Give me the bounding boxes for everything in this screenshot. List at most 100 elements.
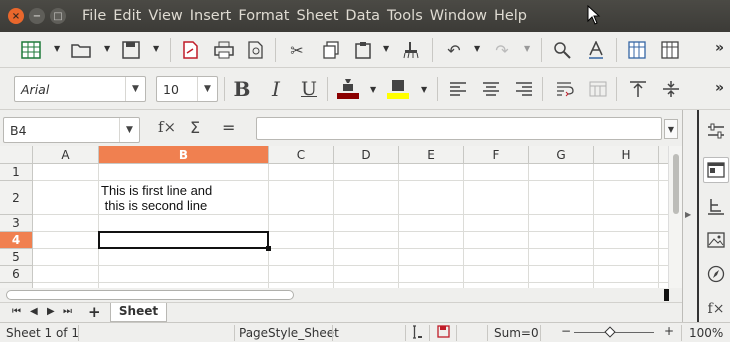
font-color-icon[interactable] (336, 77, 360, 101)
window-close-button[interactable]: × (8, 8, 24, 24)
window-maximize-button[interactable]: □ (50, 8, 66, 24)
column-header-d[interactable]: D (334, 146, 399, 164)
navigator-icon[interactable] (703, 261, 729, 287)
font-name-box[interactable]: Arial ▼ (14, 76, 146, 102)
toolbar-overflow-button[interactable]: » (715, 80, 724, 96)
align-left-icon[interactable] (446, 77, 470, 101)
sidebar-settings-icon[interactable] (703, 118, 729, 144)
align-top-icon[interactable] (626, 77, 650, 101)
row-header-3[interactable]: 3 (0, 215, 33, 232)
paste-dropdown-icon[interactable]: ▼ (383, 44, 389, 53)
gallery-icon[interactable] (703, 227, 729, 253)
clone-formatting-icon[interactable] (399, 38, 423, 62)
align-center-icon[interactable] (479, 77, 503, 101)
select-all-corner[interactable] (0, 146, 33, 164)
save-icon[interactable] (119, 38, 143, 62)
column-header-f[interactable]: F (464, 146, 529, 164)
column-header-a[interactable]: A (33, 146, 99, 164)
tab-bar-splitter[interactable] (664, 289, 669, 301)
insert-mode-icon[interactable] (411, 325, 423, 342)
window-minimize-button[interactable]: − (29, 8, 45, 24)
menu-help[interactable]: Help (494, 8, 527, 24)
vertical-scrollbar-thumb[interactable] (673, 154, 679, 214)
horizontal-scrollbar[interactable] (0, 288, 682, 302)
styles-icon[interactable] (703, 194, 729, 220)
row-header-5[interactable]: 5 (0, 249, 33, 266)
undo-dropdown-icon[interactable]: ▼ (474, 44, 480, 53)
row-header-6[interactable]: 6 (0, 266, 33, 283)
column-header-h[interactable]: H (594, 146, 659, 164)
menu-tools[interactable]: Tools (387, 8, 423, 24)
find-replace-icon[interactable] (550, 38, 574, 62)
first-sheet-button[interactable]: ⏮ (12, 306, 21, 317)
center-vertically-icon[interactable] (659, 77, 683, 101)
menu-insert[interactable]: Insert (190, 8, 232, 24)
zoom-level[interactable]: 100% (689, 326, 723, 340)
font-size-box[interactable]: 10 ▼ (156, 76, 218, 102)
cut-icon[interactable]: ✂ (285, 38, 309, 62)
cell-cursor-b4[interactable] (98, 231, 269, 249)
page-style[interactable]: PageStyle_Sheet (239, 326, 339, 340)
zoom-out-button[interactable]: − (561, 324, 571, 338)
next-sheet-button[interactable]: ▶ (47, 306, 55, 317)
highlight-dropdown-icon[interactable]: ▼ (421, 85, 427, 94)
column-header-b[interactable]: B (99, 146, 269, 164)
chevron-down-icon[interactable]: ▼ (197, 77, 217, 101)
save-dropdown-icon[interactable]: ▼ (153, 44, 159, 53)
formula-button[interactable]: = (222, 118, 235, 137)
last-sheet-button[interactable]: ⏭ (63, 306, 72, 317)
row-column-icon[interactable] (625, 38, 649, 62)
formula-input[interactable] (256, 117, 662, 140)
sheet-tab-sheet[interactable]: Sheet (110, 303, 167, 322)
document-modified-icon[interactable] (437, 325, 450, 341)
open-dropdown-icon[interactable]: ▼ (104, 44, 110, 53)
column-header-e[interactable]: E (399, 146, 464, 164)
expand-formula-bar-icon[interactable]: ▼ (664, 119, 678, 139)
function-wizard-button[interactable]: f× (158, 118, 176, 136)
menu-sheet[interactable]: Sheet (296, 8, 338, 24)
undo-icon[interactable]: ↶ (442, 38, 466, 62)
menu-window[interactable]: Window (430, 8, 487, 24)
name-box[interactable]: B4 ▼ (3, 117, 140, 143)
new-dropdown-icon[interactable]: ▼ (54, 44, 60, 53)
underline-button[interactable]: U (297, 77, 321, 101)
print-icon[interactable] (212, 38, 236, 62)
paste-icon[interactable] (351, 38, 375, 62)
highlight-color-icon[interactable] (386, 77, 410, 101)
row-header-2[interactable]: 2 (0, 181, 33, 215)
cell-b2[interactable]: This is first line and this is second li… (101, 183, 212, 213)
menu-file[interactable]: File (82, 8, 106, 24)
zoom-in-button[interactable]: + (664, 324, 674, 338)
add-sheet-button[interactable]: + (88, 303, 101, 321)
toolbar-overflow-button[interactable]: » (715, 40, 724, 56)
spreadsheet-icon[interactable] (19, 38, 43, 62)
align-right-icon[interactable] (512, 77, 536, 101)
menu-edit[interactable]: Edit (113, 8, 141, 24)
horizontal-scrollbar-thumb[interactable] (6, 290, 294, 300)
font-color-dropdown-icon[interactable]: ▼ (370, 85, 376, 94)
italic-button[interactable]: I (264, 77, 288, 101)
print-preview-icon[interactable] (244, 38, 268, 62)
bold-button[interactable]: B (230, 77, 254, 101)
spreadsheet-grid[interactable]: A B C D E F G H 1 2 3 4 5 6 This is firs… (0, 146, 682, 288)
sum-display[interactable]: Sum=0 (494, 326, 539, 340)
previous-sheet-button[interactable]: ◀ (30, 306, 38, 317)
sheet-count[interactable]: Sheet 1 of 1 (6, 326, 79, 340)
sum-button[interactable]: Σ (190, 118, 200, 137)
wrap-text-icon[interactable] (553, 77, 577, 101)
export-pdf-icon[interactable] (178, 38, 202, 62)
menu-view[interactable]: View (148, 8, 182, 24)
copy-icon[interactable] (319, 38, 343, 62)
open-folder-icon[interactable] (69, 38, 93, 62)
columns-icon[interactable] (658, 38, 682, 62)
row-header-1[interactable]: 1 (0, 164, 33, 181)
fill-handle[interactable] (266, 246, 271, 251)
menu-data[interactable]: Data (345, 8, 380, 24)
row-header-4[interactable]: 4 (0, 232, 33, 249)
menu-format[interactable]: Format (238, 8, 289, 24)
chevron-down-icon[interactable]: ▼ (119, 118, 139, 142)
chevron-down-icon[interactable]: ▼ (125, 77, 145, 101)
column-header-c[interactable]: C (269, 146, 334, 164)
zoom-slider-knob[interactable] (604, 326, 616, 338)
spelling-icon[interactable] (584, 38, 608, 62)
